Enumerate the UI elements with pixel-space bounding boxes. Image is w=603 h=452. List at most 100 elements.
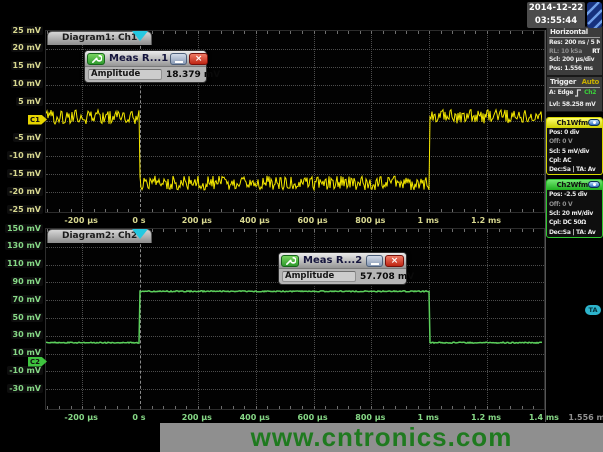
ch2-dec-row: Dec:Sa | TA: Av: [547, 228, 602, 237]
x-axis-label: 800 µs: [355, 413, 385, 422]
ch2wfm1-panel[interactable]: Ch2Wfm1 Pos: -2.5 div Off: 0 V Scl: 20 m…: [546, 179, 603, 237]
x-axis-label: 1.2 ms: [471, 216, 501, 225]
pos-label: Pos:: [549, 65, 562, 74]
y-axis-label: 130 mV: [0, 241, 43, 250]
y-axis-label: 30 mV: [0, 330, 43, 339]
ch1-pos-row: Pos: 0 div: [547, 128, 602, 137]
y-axis-label: 150 mV: [0, 224, 43, 233]
y-axis-label: 70 mV: [0, 295, 43, 304]
rl-label: RL:: [549, 48, 559, 57]
y-axis-label: -30 mV: [0, 384, 43, 393]
ch2-pos-row: Pos: -2.5 div: [547, 190, 602, 199]
meas-result-2-header[interactable]: Meas R...2 ×: [279, 253, 406, 269]
rl-value: 10 kSa: [561, 48, 582, 57]
ch1-cpl-row: Cpl: AC: [547, 156, 602, 165]
close-button[interactable]: ×: [385, 255, 404, 267]
x-axis-label: 400 µs: [240, 216, 270, 225]
oscilloscope-screen: 2014-12-22 03:55:44 Diagram1: Ch1 25 mV2…: [0, 0, 603, 452]
trigger-panel[interactable]: Trigger Auto A: Edge Ch2 Lvl:58.258 mV: [546, 76, 603, 112]
meas-value: 18.379 mV: [166, 70, 220, 80]
y-axis-label: 50 mV: [0, 313, 43, 322]
x-axis-label: 400 µs: [240, 413, 270, 422]
ch1-off-row: Off: 0 V: [547, 137, 602, 146]
sidebar: Horizontal Res:200 ns / 5 MSa/s RL:10 kS…: [546, 26, 603, 238]
x-axis-label: 600 µs: [297, 413, 327, 422]
ch1wfm1-panel[interactable]: Ch1Wfm1 Pos: 0 div Off: 0 V Scl: 5 mV/di…: [546, 117, 603, 175]
watermark: www.cntronics.com: [160, 423, 603, 452]
scl-label: Scl:: [549, 56, 560, 65]
trigger-position-marker[interactable]: [132, 229, 148, 239]
y-axis-label: 10 mV: [0, 348, 43, 357]
x-axis-label: 1 ms: [417, 216, 438, 225]
res-value: 200 ns / 5 MSa/s: [564, 39, 600, 48]
y-axis-label: -10 mV: [0, 151, 43, 160]
trigger-level-value: 58.258 mV: [562, 101, 595, 110]
edge-trigger-icon: [574, 89, 582, 101]
y-axis-label: 5 mV: [0, 97, 43, 106]
wrench-settings-icon[interactable]: [281, 255, 299, 267]
datetime-display: 2014-12-22 03:55:44: [527, 2, 585, 28]
ch2-off-row: Off: 0 V: [547, 200, 602, 209]
minimize-button[interactable]: [170, 53, 187, 65]
x-axis-label: 0 s: [132, 216, 145, 225]
visibility-eye-icon[interactable]: [588, 181, 600, 188]
y-axis-label: -25 mV: [0, 205, 43, 214]
visibility-eye-icon[interactable]: [588, 119, 600, 126]
meas-result-2-title: Meas R...2: [301, 255, 364, 266]
y-axis-label: 15 mV: [0, 61, 43, 70]
minimize-button[interactable]: [366, 255, 383, 267]
y-axis-label: -20 mV: [0, 187, 43, 196]
meas-param-label: Amplitude: [88, 69, 162, 80]
wrench-settings-icon[interactable]: [87, 53, 105, 65]
x-axis-label: 1.4 ms: [529, 413, 559, 422]
x-axis-label: 0 s: [132, 413, 145, 422]
trigger-type: Edge: [558, 89, 574, 101]
ch1wfm1-title: Ch1Wfm1: [557, 119, 593, 127]
x-axis-label: 200 µs: [182, 413, 212, 422]
ch2-scl-row: Scl: 20 mV/div: [547, 209, 602, 218]
trigger-panel-title: Trigger: [550, 78, 576, 86]
y-axis-label: -10 mV: [0, 366, 43, 375]
trigger-a-label: A:: [549, 89, 556, 101]
meas-result-2-row: Amplitude 57.708 mV: [279, 269, 406, 284]
trigger-level-label: Lvl:: [549, 101, 560, 110]
diagram2-tab-label: Diagram2: Ch2: [62, 231, 137, 241]
y-axis-label: -15 mV: [0, 169, 43, 178]
pos-value: 1.556 ms: [564, 65, 593, 74]
meas-value: 57.708 mV: [360, 272, 414, 282]
res-label: Res:: [549, 39, 562, 48]
trigger-position-marker[interactable]: [132, 31, 148, 41]
meas-result-1-overlay[interactable]: Meas R...1 × Amplitude 18.379 mV: [84, 50, 207, 83]
trigger-mode: Auto: [582, 78, 599, 86]
horizontal-panel-title: Horizontal: [550, 28, 588, 36]
trigger-level-marker[interactable]: TA: [585, 305, 601, 315]
rt-badge: RT: [592, 48, 600, 57]
ch2-cpl-row: Cpl: DC 50Ω: [547, 218, 602, 227]
meas-param-label: Amplitude: [282, 271, 356, 282]
y-axis-label: 10 mV: [0, 79, 43, 88]
x-axis-label: 1.556 ms: [568, 413, 603, 422]
diagram1: Diagram1: Ch1 25 mV20 mV15 mV10 mV5 mV-5…: [0, 30, 603, 228]
meas-result-2-overlay[interactable]: Meas R...2 × Amplitude 57.708 mV: [278, 252, 407, 285]
ch2wfm1-title: Ch2Wfm1: [557, 181, 593, 189]
x-axis-label: 600 µs: [297, 216, 327, 225]
y-axis-label: 20 mV: [0, 43, 43, 52]
y-axis-label: 110 mV: [0, 259, 43, 268]
x-axis-label: -200 µs: [64, 216, 97, 225]
trigger-source: Ch2: [584, 89, 596, 101]
scl-value: 200 µs/div: [562, 56, 594, 65]
x-axis-label: 1 ms: [417, 413, 438, 422]
meas-result-1-header[interactable]: Meas R...1 ×: [85, 51, 206, 67]
rohde-schwarz-logo-icon: [587, 2, 602, 28]
meas-result-1-row: Amplitude 18.379 mV: [85, 67, 206, 82]
horizontal-panel[interactable]: Horizontal Res:200 ns / 5 MSa/s RL:10 kS…: [546, 26, 603, 76]
y-axis-label: -5 mV: [0, 133, 43, 142]
x-axis-label: 1.2 ms: [471, 413, 501, 422]
close-button[interactable]: ×: [189, 53, 208, 65]
y-axis-label: 90 mV: [0, 277, 43, 286]
ch1-dec-row: Dec:Sa | TA: Av: [547, 165, 602, 174]
x-axis-label: 200 µs: [182, 216, 212, 225]
diagram2: Diagram2: Ch2 150 mV130 mV110 mV90 mV70 …: [0, 228, 603, 424]
watermark-text: www.cntronics.com: [251, 422, 513, 452]
meas-result-1-title: Meas R...1: [107, 53, 168, 64]
